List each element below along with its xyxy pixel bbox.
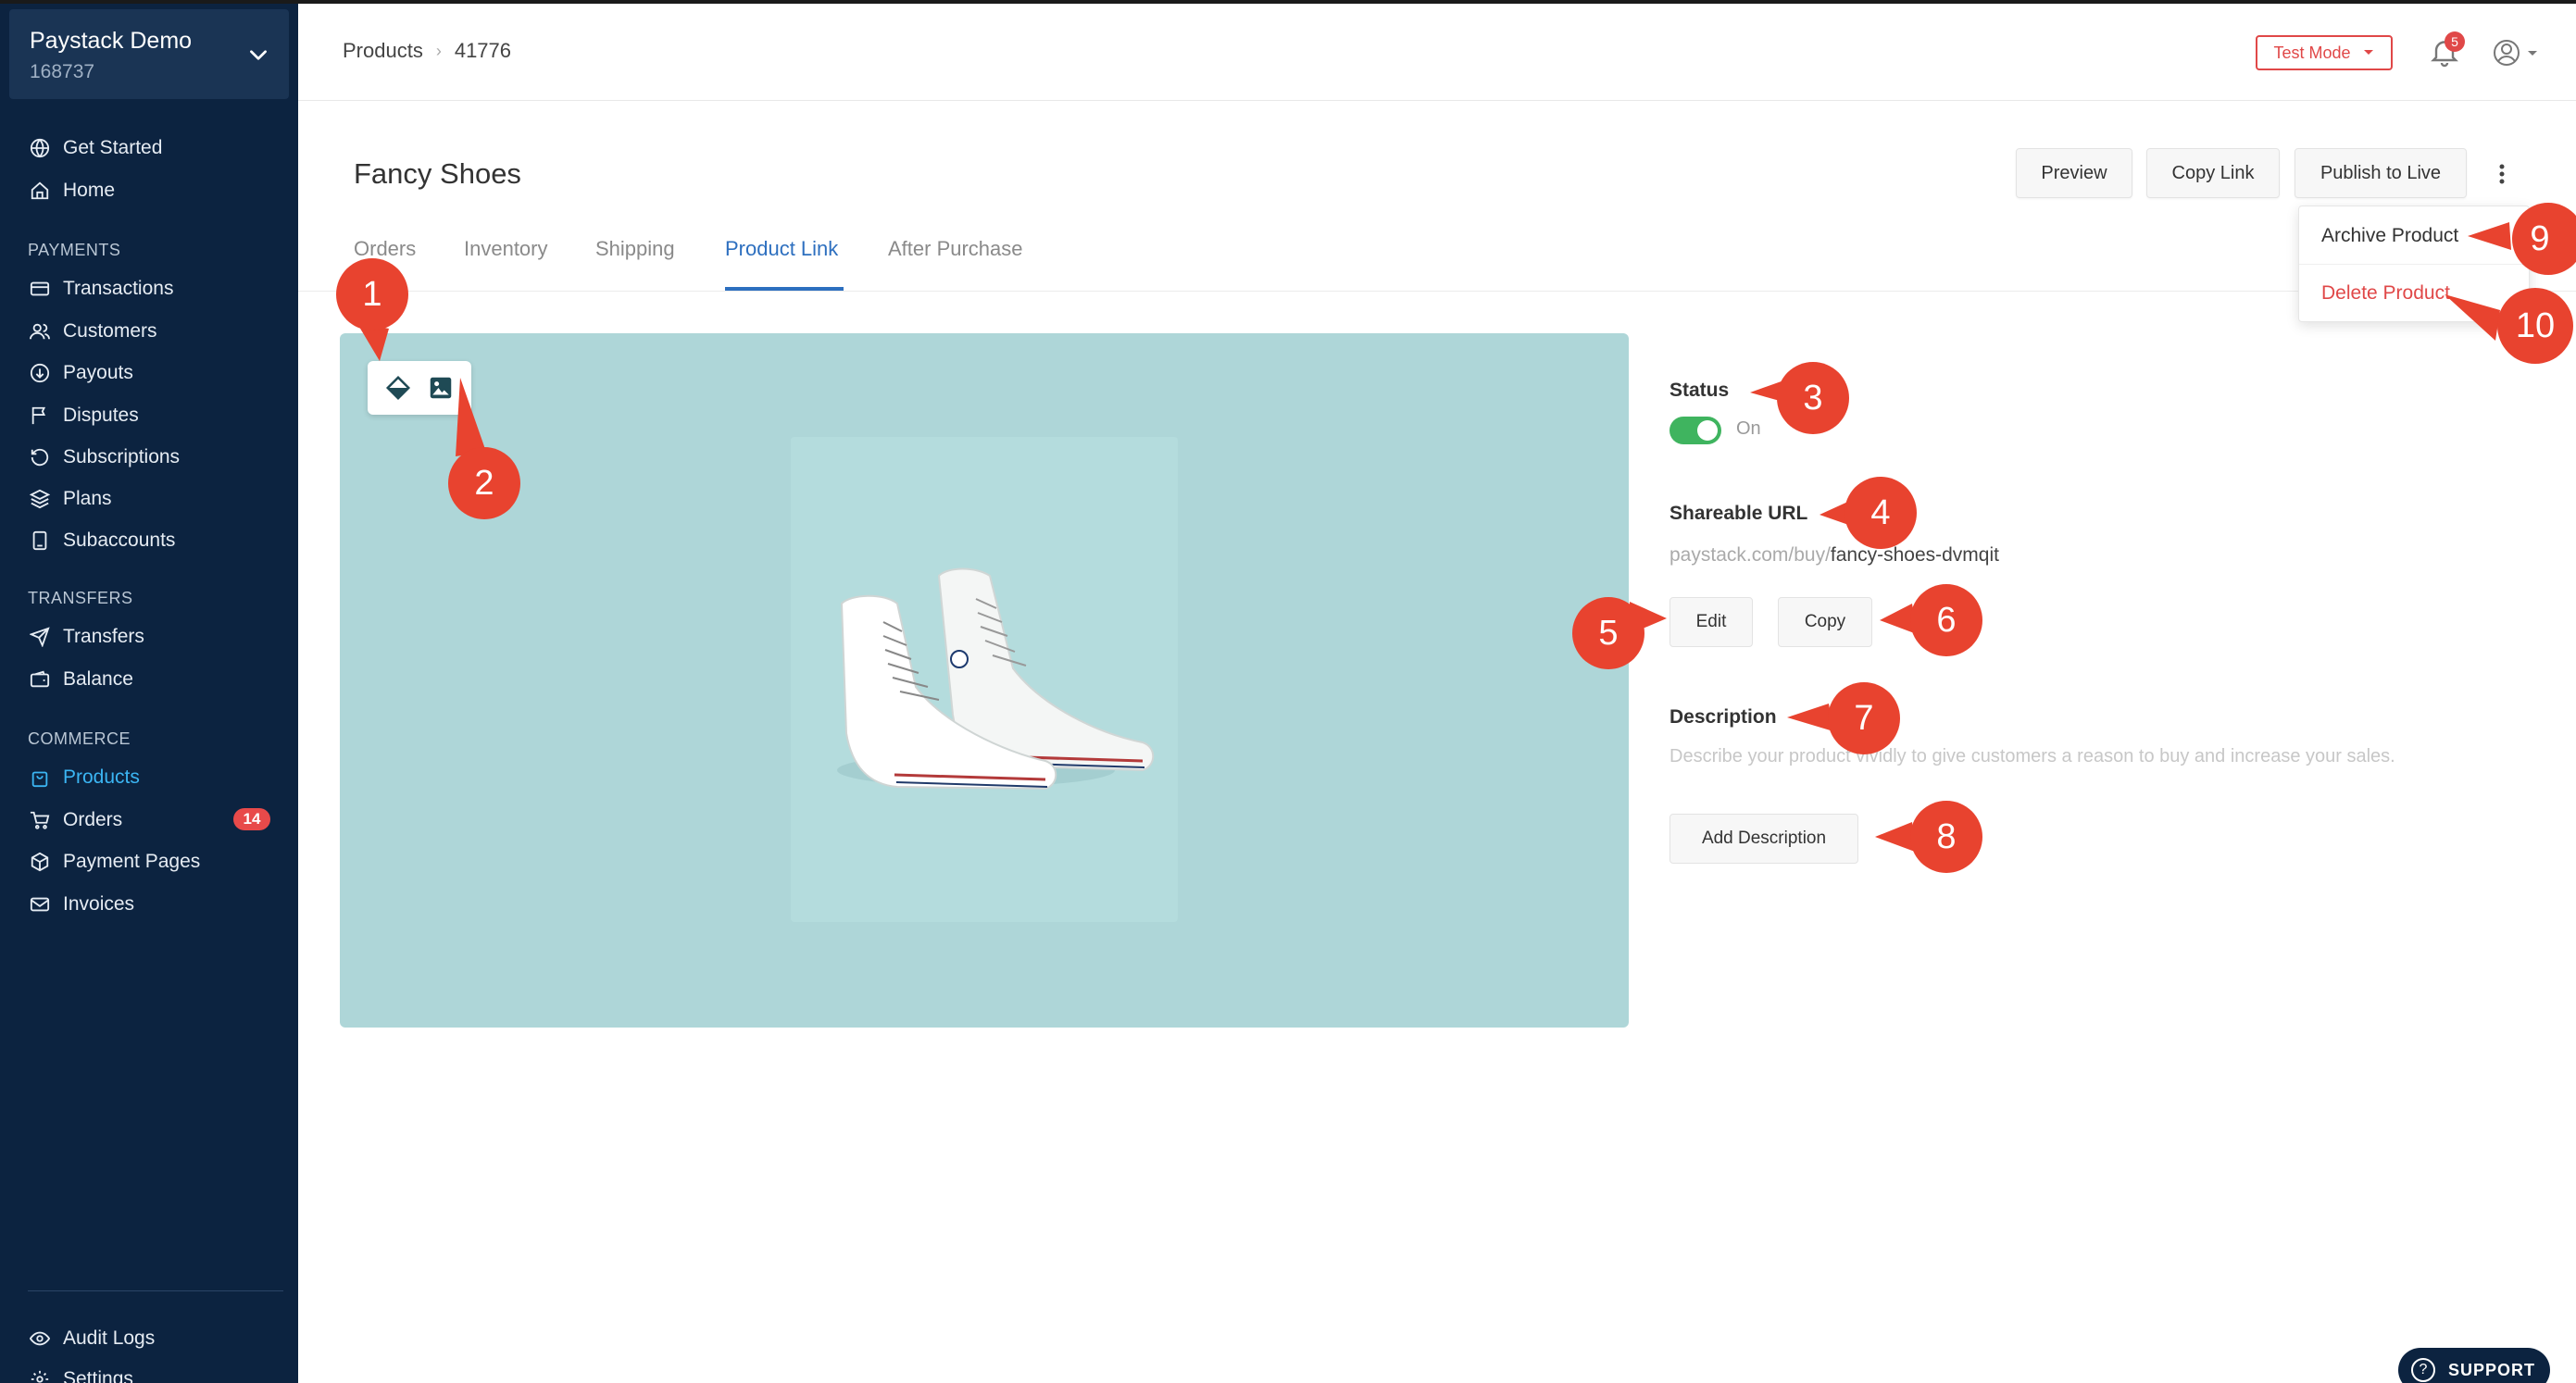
support-label: SUPPORT — [2448, 1360, 2536, 1379]
support-button[interactable]: ? SUPPORT — [2398, 1348, 2550, 1383]
callout-8: 8 — [1936, 816, 1957, 856]
callout-3: 3 — [1803, 378, 1823, 417]
callout-9: 9 — [2530, 218, 2550, 258]
callout-5: 5 — [1598, 613, 1619, 653]
callout-10: 10 — [2515, 305, 2556, 345]
help-icon: ? — [2411, 1358, 2435, 1382]
callout-pointers — [336, 203, 2576, 873]
callout-1: 1 — [362, 274, 382, 314]
callout-2: 2 — [474, 463, 494, 503]
callout-4: 4 — [1870, 492, 1891, 532]
top-line — [0, 0, 2576, 4]
callout-6: 6 — [1936, 600, 1957, 640]
callout-7: 7 — [1854, 698, 1874, 738]
